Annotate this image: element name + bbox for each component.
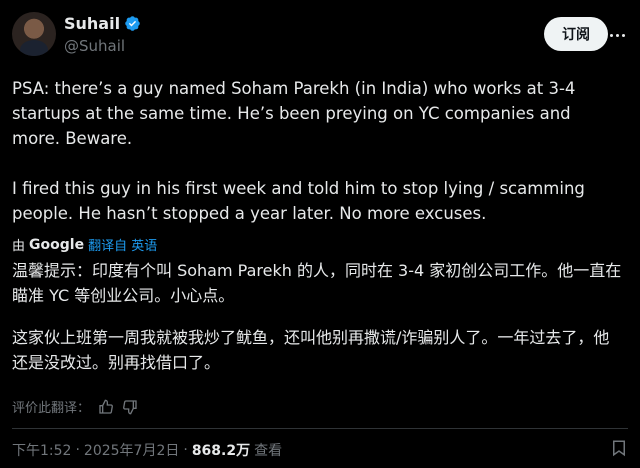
tweet-paragraph-2: I fired this guy in his first week and t… — [12, 179, 585, 223]
display-name[interactable]: Suhail — [64, 14, 120, 33]
rate-translation-label: 评价此翻译： — [12, 401, 91, 416]
views-label: 查看 — [254, 443, 283, 459]
avatar[interactable] — [12, 12, 56, 56]
tweet-meta: 下午1:52 · 2025年7月2日 · 868.2万 查看 — [12, 440, 282, 460]
more-icon[interactable] — [610, 26, 630, 44]
thumbs-down-icon[interactable] — [122, 399, 138, 415]
subscribe-button[interactable]: 订阅 — [544, 17, 608, 51]
tweet-header: Suhail @Suhail 订阅 — [12, 12, 625, 60]
translated-from-link[interactable]: 翻译自 英语 — [88, 235, 157, 254]
thumbs-up-icon[interactable] — [98, 399, 114, 415]
verified-badge-icon — [125, 16, 140, 31]
handle[interactable]: @Suhail — [64, 37, 125, 55]
translated-text: 温馨提示：印度有个叫 Soham Parekh 的人，同时在 3-4 家初创公司… — [12, 258, 622, 375]
meta-separator: · — [75, 442, 80, 458]
bookmark-icon[interactable] — [610, 438, 628, 458]
post-date[interactable]: 2025年7月2日 — [84, 440, 179, 460]
post-time[interactable]: 下午1:52 — [12, 440, 71, 460]
translated-paragraph-2: 这家伙上班第一周我就被我炒了鱿鱼，还叫他别再撒谎/诈骗别人了。一年过去了，他还是… — [12, 328, 610, 372]
rate-translation: 评价此翻译： — [12, 397, 138, 416]
google-logo: Google — [29, 236, 85, 253]
tweet-paragraph-1: PSA: there’s a guy named Soham Parekh (i… — [12, 79, 576, 148]
tweet-text: PSA: there’s a guy named Soham Parekh (i… — [12, 76, 612, 226]
translated-paragraph-1: 温馨提示：印度有个叫 Soham Parekh 的人，同时在 3-4 家初创公司… — [12, 261, 622, 305]
views-count: 868.2万 — [191, 443, 251, 459]
meta-separator-2: · — [183, 442, 188, 458]
divider — [12, 428, 628, 429]
tweet: Suhail @Suhail 订阅 PSA: there’s a guy nam… — [0, 0, 640, 468]
name-row: Suhail — [64, 14, 141, 33]
translation-prefix: 由 — [12, 239, 26, 254]
translation-attribution: 由 Google 翻译自 英语 — [12, 235, 157, 255]
